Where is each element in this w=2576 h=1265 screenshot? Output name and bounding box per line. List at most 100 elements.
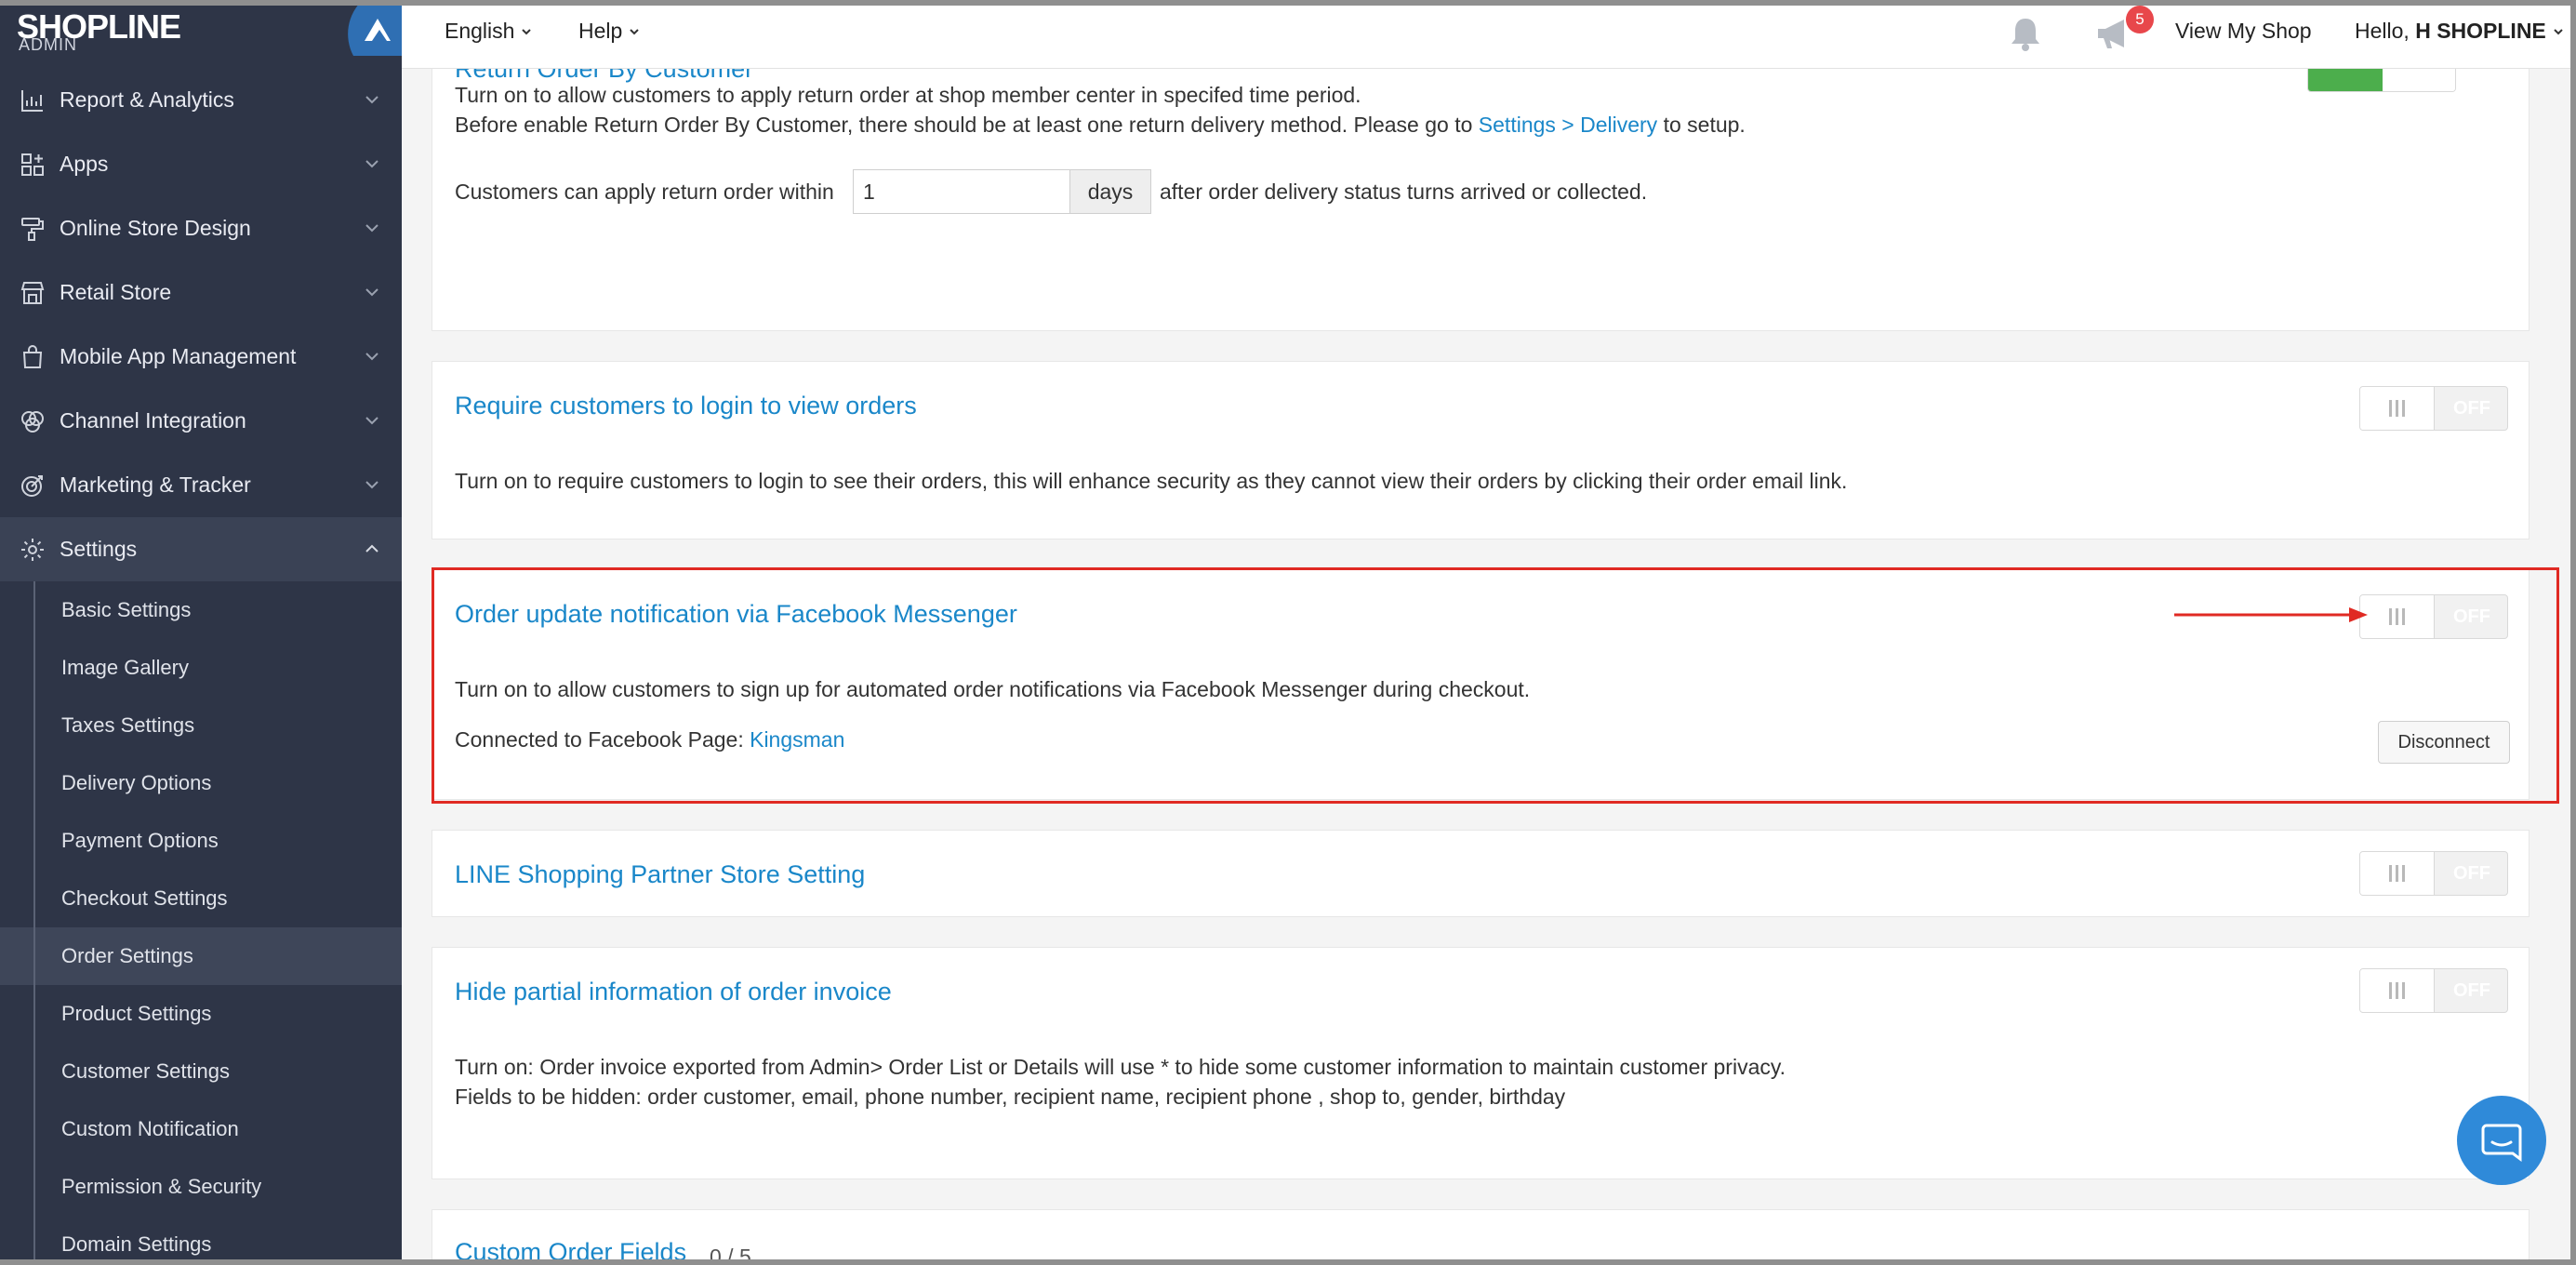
chevron-down-icon bbox=[365, 417, 378, 425]
brand-sub: ADMIN bbox=[19, 35, 77, 54]
view-my-shop-link[interactable]: View My Shop bbox=[2175, 19, 2312, 44]
toggle-knob bbox=[2360, 595, 2435, 638]
fb-page-link[interactable]: Kingsman bbox=[750, 727, 844, 752]
fb-messenger-title[interactable]: Order update notification via Facebook M… bbox=[455, 600, 1017, 629]
line-shopping-toggle[interactable]: OFF bbox=[2359, 851, 2508, 896]
sidebar: SHOPLINE ADMIN Report & Analytics Apps O… bbox=[0, 0, 402, 1265]
chevron-down-icon bbox=[522, 28, 532, 34]
subnav-basic-settings[interactable]: Basic Settings bbox=[0, 581, 402, 639]
target-icon bbox=[19, 472, 46, 499]
bell-icon[interactable] bbox=[2005, 13, 2046, 54]
card-custom-order-fields: Custom Order Fields 0 / 5 bbox=[432, 1209, 2530, 1259]
arrow-annotation-icon bbox=[2174, 607, 2368, 622]
chevron-down-icon bbox=[365, 224, 378, 233]
sidebar-item-label: Marketing & Tracker bbox=[60, 473, 251, 497]
hide-invoice-desc-2: Fields to be hidden: order customer, ema… bbox=[455, 1085, 1566, 1109]
require-login-toggle[interactable]: OFF bbox=[2359, 386, 2508, 431]
return-days-pre: Customers can apply return order within bbox=[455, 180, 834, 204]
sidebar-item-online-store-design[interactable]: Online Store Design bbox=[0, 196, 402, 260]
help-label: Help bbox=[578, 19, 623, 43]
channels-icon bbox=[19, 407, 46, 435]
fb-messenger-desc: Turn on to allow customers to sign up fo… bbox=[455, 677, 1531, 701]
window-frame-top bbox=[0, 0, 2576, 6]
chevron-down-icon bbox=[365, 96, 378, 104]
user-menu[interactable]: Hello, H SHOPLINE bbox=[2355, 19, 2565, 44]
custom-fields-count: 0 / 5 bbox=[710, 1245, 751, 1259]
disconnect-button[interactable]: Disconnect bbox=[2378, 721, 2510, 764]
card-hide-invoice: Hide partial information of order invoic… bbox=[432, 947, 2530, 1179]
window-frame-right bbox=[2570, 0, 2576, 1265]
return-order-toggle[interactable] bbox=[2307, 69, 2456, 92]
sidebar-item-marketing-tracker[interactable]: Marketing & Tracker bbox=[0, 453, 402, 517]
sidebar-item-label: Settings bbox=[60, 537, 138, 561]
gear-icon bbox=[19, 536, 46, 564]
fb-messenger-toggle[interactable]: OFF bbox=[2359, 594, 2508, 639]
hide-invoice-toggle[interactable]: OFF bbox=[2359, 968, 2508, 1013]
line-shopping-title[interactable]: LINE Shopping Partner Store Setting bbox=[455, 860, 865, 889]
shopline-mark-icon bbox=[348, 0, 402, 56]
notification-badge: 5 bbox=[2126, 6, 2154, 33]
require-login-title[interactable]: Require customers to login to view order… bbox=[455, 392, 917, 420]
paint-roller-icon bbox=[19, 215, 46, 243]
sidebar-item-mobile-app-management[interactable]: Mobile App Management bbox=[0, 325, 402, 389]
subnav-custom-notification[interactable]: Custom Notification bbox=[0, 1100, 402, 1158]
toggle-off-label: OFF bbox=[2453, 398, 2490, 419]
toggle-knob bbox=[2360, 387, 2435, 430]
sidebar-item-label: Retail Store bbox=[60, 280, 172, 304]
chevron-down-icon bbox=[630, 28, 640, 34]
subnav-checkout-settings[interactable]: Checkout Settings bbox=[0, 870, 402, 927]
toggle-knob bbox=[2360, 969, 2435, 1012]
user-name: H SHOPLINE bbox=[2415, 19, 2546, 43]
chat-launcher-button[interactable] bbox=[2457, 1096, 2546, 1185]
chevron-down-icon bbox=[365, 160, 378, 168]
chevron-down-icon bbox=[365, 288, 378, 297]
sidebar-item-settings[interactable]: Settings bbox=[0, 517, 402, 581]
subnav-permission-security[interactable]: Permission & Security bbox=[0, 1158, 402, 1216]
sidebar-item-label: Report & Analytics bbox=[60, 87, 234, 112]
chart-icon bbox=[19, 87, 46, 114]
sidebar-item-channel-integration[interactable]: Channel Integration bbox=[0, 389, 402, 453]
main-content: Return Order By Customer Turn on to allo… bbox=[402, 69, 2570, 1259]
sidebar-item-label: Channel Integration bbox=[60, 408, 246, 433]
subnav-product-settings[interactable]: Product Settings bbox=[0, 985, 402, 1043]
sidebar-item-retail-store[interactable]: Retail Store bbox=[0, 260, 402, 325]
subnav-taxes-settings[interactable]: Taxes Settings bbox=[0, 697, 402, 754]
toggle-knob bbox=[2360, 852, 2435, 895]
return-days-post: after order delivery status turns arrive… bbox=[1160, 180, 1648, 204]
card-return-order: Return Order By Customer Turn on to allo… bbox=[432, 69, 2530, 331]
sidebar-item-label: Apps bbox=[60, 152, 109, 176]
brand-logo[interactable]: SHOPLINE ADMIN bbox=[0, 0, 402, 65]
sidebar-item-report-analytics[interactable]: Report & Analytics bbox=[0, 68, 402, 132]
sidebar-item-apps[interactable]: Apps bbox=[0, 132, 402, 196]
return-order-desc-1: Turn on to allow customers to apply retu… bbox=[455, 83, 1361, 107]
fb-connected-line: Connected to Facebook Page: Kingsman bbox=[455, 727, 845, 752]
language-label: English bbox=[445, 19, 515, 43]
help-dropdown[interactable]: Help bbox=[578, 19, 641, 44]
hide-invoice-title[interactable]: Hide partial information of order invoic… bbox=[455, 978, 892, 1006]
hide-invoice-desc-1: Turn on: Order invoice exported from Adm… bbox=[455, 1055, 1786, 1079]
language-dropdown[interactable]: English bbox=[445, 19, 533, 44]
return-order-desc-2: Before enable Return Order By Customer, … bbox=[455, 113, 1746, 137]
toggle-off-label: OFF bbox=[2453, 606, 2490, 627]
sidebar-nav: Report & Analytics Apps Online Store Des… bbox=[0, 68, 402, 1265]
subnav-customer-settings[interactable]: Customer Settings bbox=[0, 1043, 402, 1100]
store-icon bbox=[19, 279, 46, 307]
subnav-order-settings[interactable]: Order Settings bbox=[0, 927, 402, 985]
return-days-input[interactable]: 1 bbox=[853, 169, 1070, 214]
custom-fields-title[interactable]: Custom Order Fields bbox=[455, 1238, 686, 1259]
greeting-label: Hello, bbox=[2355, 19, 2416, 43]
sidebar-item-label: Online Store Design bbox=[60, 216, 251, 240]
toggle-off-label: OFF bbox=[2453, 980, 2490, 1001]
subnav-payment-options[interactable]: Payment Options bbox=[0, 812, 402, 870]
subnav-delivery-options[interactable]: Delivery Options bbox=[0, 754, 402, 812]
return-days-unit: days bbox=[1069, 169, 1151, 214]
settings-delivery-link[interactable]: Settings > Delivery bbox=[1479, 113, 1657, 137]
sidebar-item-label: Mobile App Management bbox=[60, 344, 297, 368]
chevron-up-icon bbox=[365, 544, 378, 553]
require-login-desc: Turn on to require customers to login to… bbox=[455, 469, 1848, 493]
top-header: English Help 5 View My Shop Hello, H SHO… bbox=[402, 0, 2576, 69]
subnav-domain-settings[interactable]: Domain Settings bbox=[0, 1216, 402, 1265]
shopping-bag-icon bbox=[19, 343, 46, 371]
subnav-image-gallery[interactable]: Image Gallery bbox=[0, 639, 402, 697]
settings-submenu: Basic Settings Image Gallery Taxes Setti… bbox=[0, 581, 402, 1265]
